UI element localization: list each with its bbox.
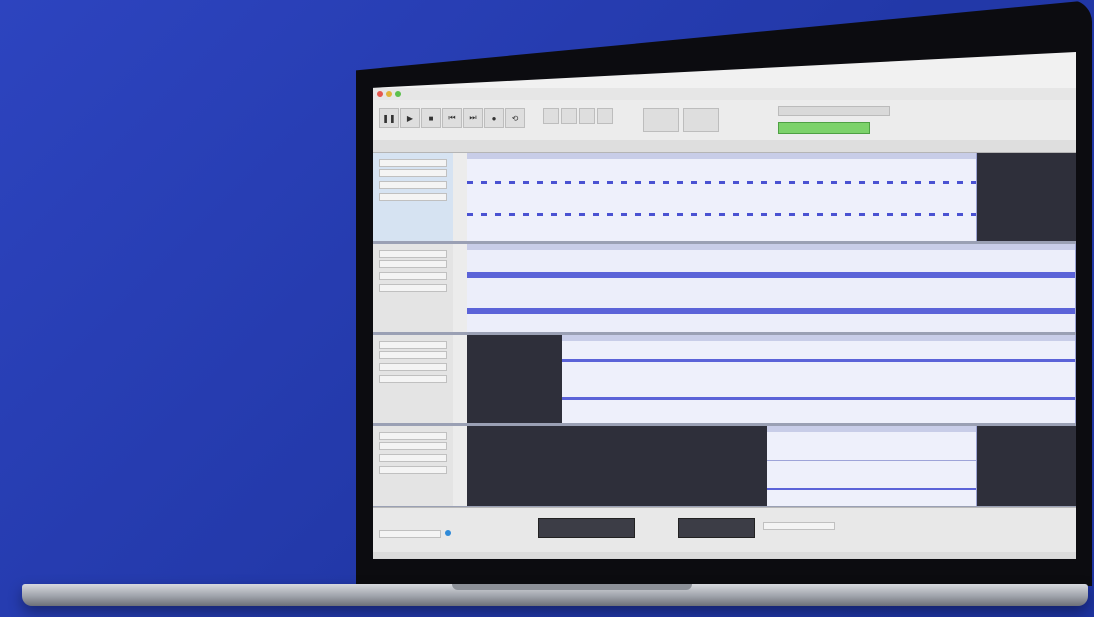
track-waveform-area[interactable] [467, 426, 1076, 506]
pan-slider[interactable] [379, 466, 447, 474]
track-1 [373, 153, 1076, 244]
pan-slider[interactable] [379, 284, 447, 292]
track-control-panel[interactable] [373, 335, 454, 423]
audio-clip[interactable] [562, 335, 1076, 423]
clip-header[interactable] [467, 153, 976, 159]
mute-solo-buttons[interactable] [379, 169, 447, 177]
track-control-panel[interactable] [373, 153, 454, 241]
track-scale [453, 153, 468, 241]
track-name-field [379, 250, 447, 258]
waveform-left [467, 181, 976, 184]
selection-toolbar [373, 507, 1076, 553]
track-control-panel[interactable] [373, 426, 454, 506]
laptop-lid: ❚❚ ▶ ■ ⏮ ⏭ ● ⟲ [356, 0, 1092, 586]
track-waveform-area[interactable] [467, 153, 1076, 241]
gain-slider[interactable] [379, 272, 447, 280]
gain-slider[interactable] [379, 181, 447, 189]
track-control-panel[interactable] [373, 244, 454, 332]
tool-zoom-icon[interactable] [597, 108, 613, 124]
track-name-field [379, 432, 447, 440]
play-icon[interactable]: ▶ [400, 108, 420, 128]
laptop-screen: ❚❚ ▶ ■ ⏮ ⏭ ● ⟲ [373, 52, 1076, 559]
track-scale [453, 426, 468, 506]
transport-toolbar: ❚❚ ▶ ■ ⏮ ⏭ ● ⟲ [373, 100, 1076, 141]
window-titlebar [373, 88, 1076, 100]
close-window-icon[interactable] [377, 91, 383, 97]
snap-checkbox[interactable] [445, 530, 451, 536]
skip-end-icon[interactable]: ⏭ [463, 108, 483, 128]
timeline-ruler[interactable] [373, 140, 1076, 153]
mute-solo-buttons[interactable] [379, 260, 447, 268]
laptop-base [22, 584, 1088, 606]
record-icon[interactable]: ● [484, 108, 504, 128]
recording-meter[interactable] [778, 106, 890, 116]
track-3 [373, 335, 1076, 426]
waveform-right [467, 308, 1075, 314]
mute-solo-buttons[interactable] [379, 442, 447, 450]
playback-meter[interactable] [778, 122, 870, 134]
tool-envelope-icon[interactable] [561, 108, 577, 124]
pan-slider[interactable] [379, 193, 447, 201]
track-name-field [379, 159, 447, 167]
waveform-left [467, 272, 1075, 278]
share-audio-button[interactable] [683, 108, 719, 132]
track-2 [373, 244, 1076, 335]
waveform-left [562, 359, 1075, 362]
audio-clip[interactable] [467, 153, 977, 241]
track-waveform-area[interactable] [467, 244, 1076, 332]
audio-setup-button[interactable] [643, 108, 679, 132]
pause-icon[interactable]: ❚❚ [379, 108, 399, 128]
gain-slider[interactable] [379, 363, 447, 371]
clip-header[interactable] [767, 426, 976, 432]
playback-speed-slider[interactable] [763, 522, 835, 530]
track-name-field [379, 341, 447, 349]
waveform-right [467, 213, 976, 216]
tool-draw-icon[interactable] [579, 108, 595, 124]
track-scale [453, 335, 468, 423]
clip-header[interactable] [467, 244, 1075, 250]
tool-select-icon[interactable] [543, 108, 559, 124]
pan-slider[interactable] [379, 375, 447, 383]
clip-header[interactable] [562, 335, 1075, 341]
time-display[interactable] [538, 518, 635, 538]
loop-icon[interactable]: ⟲ [505, 108, 525, 128]
selection-time-display[interactable] [678, 518, 755, 538]
track-waveform-area[interactable] [467, 335, 1076, 423]
mute-solo-buttons[interactable] [379, 351, 447, 359]
waveform-right [767, 488, 976, 490]
snap-dropdown[interactable] [379, 530, 441, 538]
skip-start-icon[interactable]: ⏮ [442, 108, 462, 128]
track-4 [373, 426, 1076, 509]
track-scale [453, 244, 468, 332]
audio-clip[interactable] [467, 244, 1076, 332]
waveform-left [767, 460, 976, 461]
audio-clip[interactable] [767, 426, 977, 506]
waveform-right [562, 397, 1075, 400]
stop-icon[interactable]: ■ [421, 108, 441, 128]
gain-slider[interactable] [379, 454, 447, 462]
background: ❚❚ ▶ ■ ⏮ ⏭ ● ⟲ [0, 0, 1094, 617]
laptop-notch [452, 584, 692, 590]
maximize-window-icon[interactable] [395, 91, 401, 97]
minimize-window-icon[interactable] [386, 91, 392, 97]
